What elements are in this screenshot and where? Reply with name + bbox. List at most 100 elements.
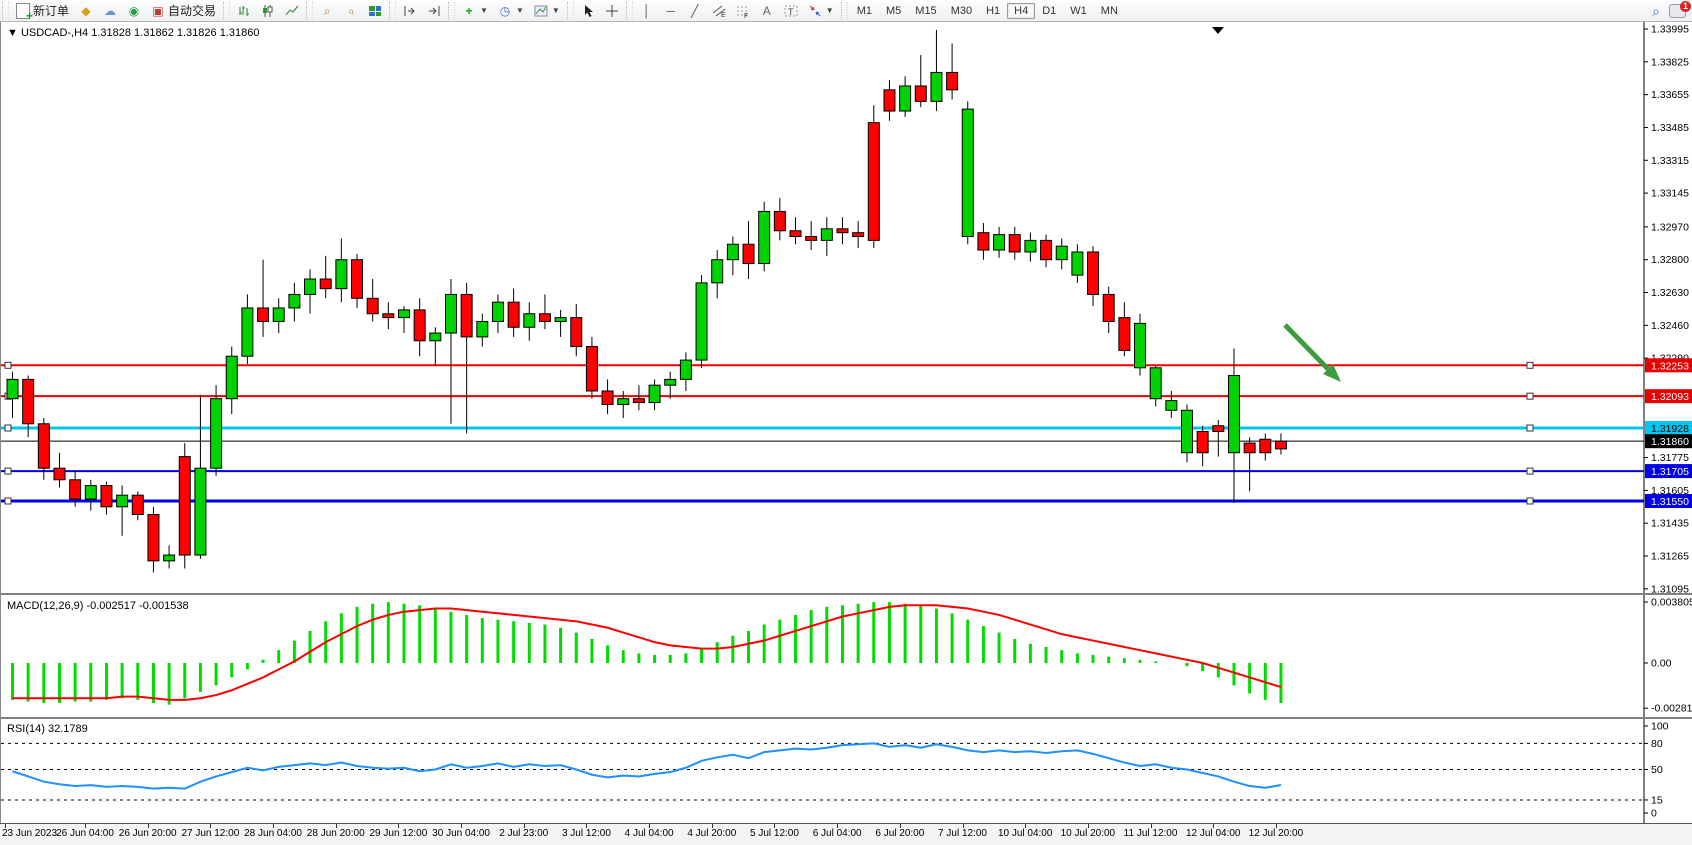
timeframe-button-h4[interactable]: H4 — [1007, 3, 1035, 19]
bar-chart-icon — [237, 4, 251, 18]
timeframe-button-d1[interactable]: D1 — [1035, 3, 1063, 19]
toolbar-separator — [567, 2, 574, 20]
line-handle[interactable] — [1527, 498, 1533, 504]
auto-scroll-button[interactable] — [422, 1, 446, 21]
channel-button[interactable]: E — [707, 1, 731, 21]
search-icon[interactable]: ⌕ — [1649, 4, 1663, 18]
text-label-icon: T — [784, 4, 798, 18]
candle-body — [85, 486, 96, 500]
macd-panel[interactable]: 0.0038050.00-0.002818MACD(12,26,9) -0.00… — [0, 593, 1692, 717]
price-tick-label: 1.33145 — [1651, 188, 1689, 200]
price-tick-label: 1.33995 — [1651, 24, 1689, 36]
macd-label: MACD(12,26,9) -0.002517 -0.001538 — [7, 600, 189, 612]
chart-background — [1, 22, 1692, 593]
candle-body — [508, 302, 519, 327]
cursor-button[interactable] — [576, 1, 600, 21]
candle-body — [195, 468, 206, 555]
date-tick-label: 4 Jul 04:00 — [625, 828, 674, 839]
macd-tick-label: 0.00 — [1651, 658, 1672, 670]
candle-body — [211, 399, 222, 468]
timeframe-button-m1[interactable]: M1 — [850, 3, 879, 19]
line-handle[interactable] — [1527, 425, 1533, 431]
chart-shift-button[interactable] — [398, 1, 422, 21]
add-indicator-button[interactable]: +▼ — [457, 1, 493, 21]
timeframe-button-m5[interactable]: M5 — [879, 3, 908, 19]
candle-body — [1260, 439, 1271, 453]
text-button[interactable]: A — [755, 1, 779, 21]
price-tick-label: 1.31435 — [1651, 518, 1689, 530]
candle-body — [868, 123, 879, 241]
rsi-background — [1, 719, 1692, 823]
rsi-panel[interactable]: 1008050150RSI(14) 32.1789 — [0, 717, 1692, 823]
templates-button[interactable]: ▼ — [529, 1, 565, 21]
crosshair-icon — [605, 4, 619, 18]
macd-tick-label: -0.002818 — [1651, 703, 1692, 715]
horizontal-line-button[interactable]: ─ — [659, 1, 683, 21]
candle-body — [226, 356, 237, 398]
gold-button[interactable]: ◆ — [74, 1, 98, 21]
fibonacci-button[interactable]: F — [731, 1, 755, 21]
line-handle[interactable] — [1527, 468, 1533, 474]
timeframe-button-h1[interactable]: H1 — [979, 3, 1007, 19]
date-tick-label: 3 Jul 12:00 — [562, 828, 611, 839]
zoom-in-button[interactable]: ⌕ — [315, 1, 339, 21]
candle-body — [915, 86, 926, 101]
price-tick-label: 1.33315 — [1651, 155, 1689, 167]
line-handle[interactable] — [1527, 393, 1533, 399]
candle-body — [994, 235, 1005, 250]
signal-button[interactable]: ◉ — [122, 1, 146, 21]
svg-text:E: E — [721, 12, 726, 18]
arrows-button[interactable]: ▼ — [803, 1, 839, 21]
bar-chart-button[interactable] — [232, 1, 256, 21]
cloud-button[interactable]: ☁ — [98, 1, 122, 21]
chat-icon[interactable]: 1 — [1669, 4, 1686, 18]
rsi-tick-label: 0 — [1651, 808, 1657, 820]
candle-body — [273, 308, 284, 322]
zoom-out-icon: ⌕ — [344, 4, 358, 18]
macd-background — [1, 595, 1692, 717]
toolbar-separator — [306, 2, 313, 20]
candle — [211, 385, 222, 476]
line-chart-button[interactable] — [280, 1, 304, 21]
candle-body — [445, 294, 456, 333]
timeframe-button-m30[interactable]: M30 — [944, 3, 979, 19]
candlestick-button[interactable] — [256, 1, 280, 21]
date-tick-label: 30 Jun 04:00 — [432, 828, 490, 839]
candlestick-icon — [261, 4, 275, 18]
tile-windows-button[interactable] — [363, 1, 387, 21]
candle-body — [962, 109, 973, 236]
line-handle[interactable] — [5, 425, 11, 431]
timeframe-button-mn[interactable]: MN — [1094, 3, 1125, 19]
new-order-button[interactable]: 新订单 — [11, 1, 74, 21]
candle-body — [336, 260, 347, 289]
timeframe-button-w1[interactable]: W1 — [1063, 3, 1094, 19]
line-handle[interactable] — [5, 362, 11, 368]
date-tick-label: 10 Jul 20:00 — [1061, 828, 1116, 839]
text-icon: A — [760, 4, 774, 18]
candle-body — [1009, 235, 1020, 252]
line-handle[interactable] — [1527, 362, 1533, 368]
vertical-line-button[interactable]: │ — [635, 1, 659, 21]
price-tick-label: 1.31095 — [1651, 583, 1689, 593]
candle-body — [461, 294, 472, 336]
periods-button[interactable]: ◷▼ — [493, 1, 529, 21]
text-label-button[interactable]: T — [779, 1, 803, 21]
candle-body — [900, 86, 911, 111]
line-handle[interactable] — [5, 468, 11, 474]
line-handle[interactable] — [5, 498, 11, 504]
trendline-button[interactable]: ╱ — [683, 1, 707, 21]
candle-body — [555, 318, 566, 322]
tile-windows-icon — [368, 4, 382, 18]
crosshair-button[interactable] — [600, 1, 624, 21]
candle-body — [477, 321, 488, 336]
vertical-line-icon: │ — [640, 4, 654, 18]
date-axis: 23 Jun 202326 Jun 04:0026 Jun 20:0027 Ju… — [0, 823, 1692, 845]
candle-body — [618, 399, 629, 405]
toolbar-separator — [448, 2, 455, 20]
timeframe-group: M1M5M15M30H1H4D1W1MN — [850, 3, 1125, 19]
price-chart-panel[interactable]: 1.339951.338251.336551.334851.333151.331… — [0, 22, 1692, 593]
zoom-out-button[interactable]: ⌕ — [339, 1, 363, 21]
timeframe-button-m15[interactable]: M15 — [908, 3, 943, 19]
date-tick-label: 28 Jun 20:00 — [307, 828, 365, 839]
auto-trading-button[interactable]: ▣ 自动交易 — [146, 1, 221, 21]
